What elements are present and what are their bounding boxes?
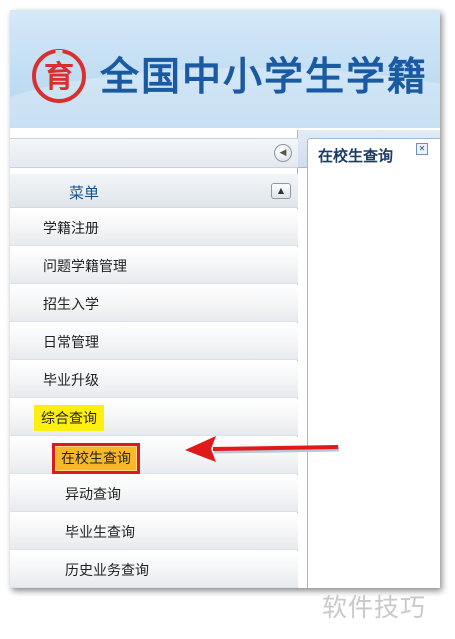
left-sidebar: ◀ 菜单 ▲ 学籍注册 问题学籍管理 招生入学 日常管理 毕业升级 综合查询 在…: [10, 130, 298, 588]
menu-item-problem-records[interactable]: 问题学籍管理: [10, 247, 298, 284]
menu-item-label: 毕业升级: [43, 373, 99, 389]
header-banner: 育 全国中小学生学籍: [10, 10, 440, 128]
logo-glyph: 育: [44, 60, 74, 95]
tab-label: 在校生查询: [318, 147, 394, 165]
tab-enrolled-students[interactable]: 在校生查询 ✕: [307, 138, 440, 169]
main-content-area: 在校生查询 ✕: [298, 130, 440, 588]
submenu-item-change-query[interactable]: 异动查询: [10, 475, 298, 512]
close-icon[interactable]: ✕: [416, 143, 428, 155]
submenu-item-label: 在校生查询: [52, 443, 140, 474]
menu-item-graduation[interactable]: 毕业升级: [10, 361, 298, 398]
chevron-left-icon: ◀: [279, 148, 287, 158]
menu-item-label: 问题学籍管理: [43, 259, 127, 275]
education-logo-icon: 育: [32, 49, 86, 103]
watermark-text: 软件技巧: [322, 593, 427, 622]
submenu-item-label: 历史业务查询: [65, 563, 149, 579]
system-title: 全国中小学生学籍: [100, 55, 429, 100]
menu-item-label: 综合查询: [34, 405, 104, 431]
menu-item-student-registration[interactable]: 学籍注册: [10, 209, 298, 246]
menu-item-label: 招生入学: [43, 297, 99, 313]
submenu-item-graduate-query[interactable]: 毕业生查询: [10, 513, 298, 550]
submenu-item-enrolled-students[interactable]: 在校生查询: [10, 437, 298, 474]
collapse-sidebar-button[interactable]: ◀: [274, 144, 292, 162]
tab-content-panel: [307, 168, 440, 588]
submenu-item-history-query[interactable]: 历史业务查询: [10, 551, 298, 588]
chevron-up-icon: ▲: [277, 186, 285, 195]
sidebar-collapse-bar: ◀: [10, 138, 298, 168]
collapse-menu-button[interactable]: ▲: [271, 183, 291, 199]
tab-strip: 在校生查询 ✕: [298, 130, 440, 169]
menu-item-comprehensive-query[interactable]: 综合查询: [10, 399, 298, 436]
menu-item-label: 学籍注册: [43, 221, 99, 237]
app-window: 育 全国中小学生学籍 ◀ 菜单 ▲ 学籍注册 问题学籍管理 招生入学 日常管理: [10, 10, 440, 588]
menu-item-daily-management[interactable]: 日常管理: [10, 323, 298, 360]
submenu-item-label: 毕业生查询: [65, 525, 135, 541]
menu-item-label: 日常管理: [43, 335, 99, 351]
menu-title: 菜单: [69, 184, 100, 202]
menu-header[interactable]: 菜单 ▲: [10, 174, 298, 208]
submenu-item-label: 异动查询: [65, 487, 121, 503]
menu-item-enrollment[interactable]: 招生入学: [10, 285, 298, 322]
